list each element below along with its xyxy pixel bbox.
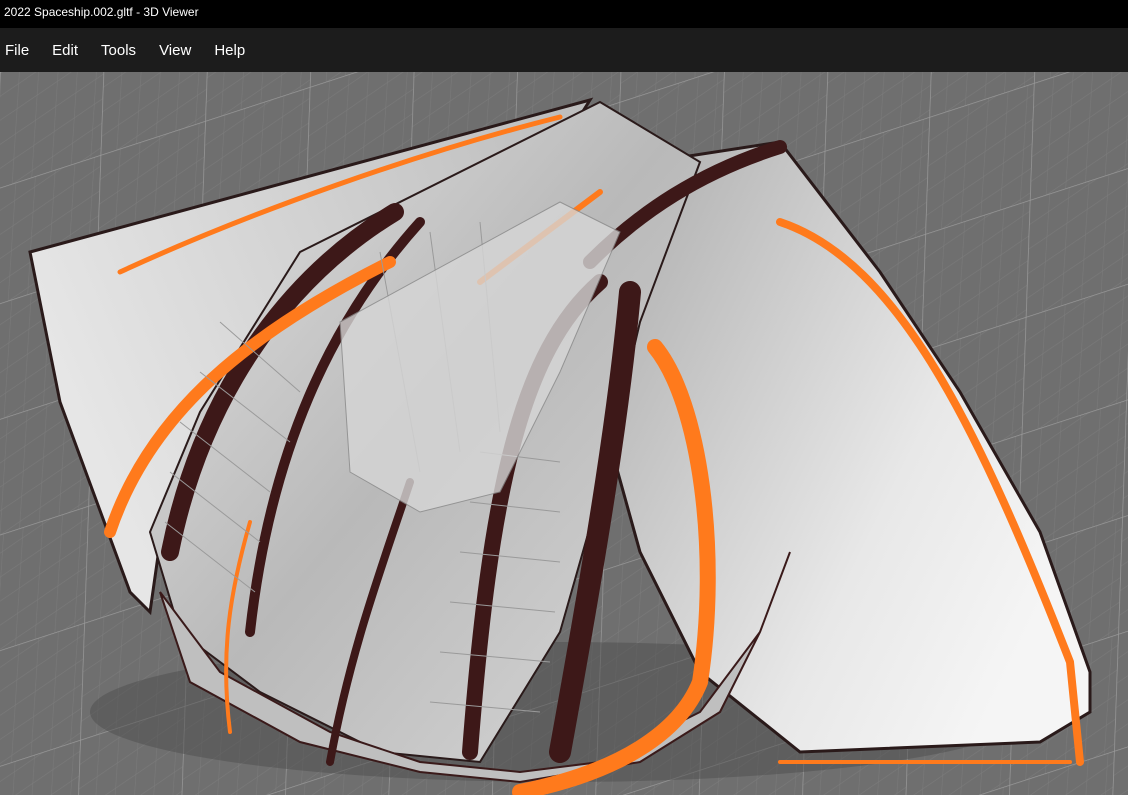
menu-help[interactable]: Help [214,42,245,59]
scene-canvas[interactable] [0,72,1128,795]
menu-tools[interactable]: Tools [101,42,136,59]
menu-file[interactable]: File [5,42,29,59]
menu-edit[interactable]: Edit [52,42,78,59]
menu-view[interactable]: View [159,42,191,59]
3d-viewport[interactable] [0,72,1128,795]
window-title: 2022 Spaceship.002.gltf - 3D Viewer [0,0,1128,28]
menu-bar: File Edit Tools View Help [0,28,1128,72]
